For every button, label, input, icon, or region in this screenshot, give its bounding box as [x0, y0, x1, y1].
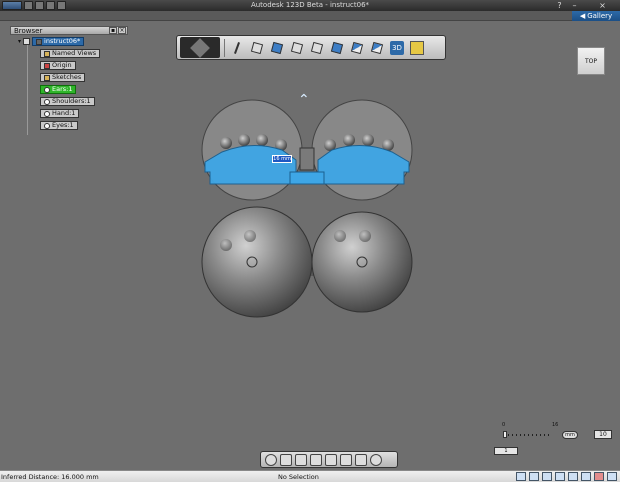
pan-icon[interactable] — [280, 453, 292, 466]
help-icon[interactable]: ? — [553, 0, 566, 11]
alert-icon[interactable] — [594, 472, 604, 481]
browser-close-button[interactable]: × — [118, 27, 126, 34]
tree-node-label: Sketches — [40, 73, 86, 82]
pattern-icon[interactable] — [349, 40, 365, 56]
snap-slider-track[interactable] — [504, 434, 552, 436]
display-icon[interactable] — [340, 453, 352, 466]
viewcube-face-label: TOP — [584, 57, 597, 65]
snap-icon[interactable] — [529, 472, 539, 481]
orbit-icon[interactable] — [265, 453, 277, 466]
surface-icon[interactable] — [329, 40, 345, 56]
status-icons — [516, 472, 617, 481]
fit-icon[interactable] — [310, 453, 322, 466]
gallery-tab[interactable]: ◀ Gallery — [572, 11, 620, 21]
folder-icon — [44, 74, 50, 81]
rotate-icon[interactable] — [309, 40, 325, 56]
pencil-icon[interactable] — [229, 40, 245, 56]
chevron-left-icon: ◀ — [579, 12, 586, 20]
snap-grid-control: 0 16 mm 10 1 — [494, 422, 614, 456]
material-icon[interactable] — [355, 453, 367, 466]
model-perspective-view — [201, 206, 413, 318]
browser-title: Browser — [14, 26, 43, 35]
viewcube[interactable]: TOP — [577, 47, 605, 75]
ribbon-strip — [0, 11, 620, 21]
tree-node-ears[interactable]: Ears:1 — [40, 85, 77, 94]
tree-node-label: Eyes:1 — [40, 121, 78, 130]
tree-node-named-views[interactable]: Named Views — [40, 49, 101, 58]
eye-icon[interactable] — [44, 110, 50, 117]
browser-panel: Browser ▪ × ▾ instruct06* Named Views Or… — [10, 26, 128, 135]
viewport-icon[interactable] — [568, 472, 578, 481]
measure-icon[interactable] — [370, 453, 382, 466]
ortho-icon[interactable] — [542, 472, 552, 481]
browser-dock-button[interactable]: ▪ — [109, 27, 117, 34]
close-button[interactable]: × — [596, 0, 609, 11]
tree-node-label: Named Views — [40, 49, 101, 58]
view-icon[interactable] — [325, 453, 337, 466]
navigation-toolbar — [260, 451, 398, 468]
snap-value-field[interactable]: 10 — [594, 430, 612, 439]
tree-node-eyes[interactable]: Eyes:1 — [40, 121, 78, 130]
dimension-label[interactable]: 16 mm — [272, 155, 292, 163]
tree-node-root[interactable]: ▾ instruct06* — [18, 37, 85, 46]
zoom-icon[interactable] — [295, 453, 307, 466]
construct-icon[interactable] — [369, 40, 385, 56]
browser-header: Browser ▪ × — [10, 26, 128, 35]
grid-value-field[interactable]: 1 — [494, 447, 518, 455]
tree-connector — [27, 40, 28, 135]
app-logo-icon[interactable] — [180, 37, 220, 58]
tree-node-label: Origin — [40, 61, 76, 70]
folder-icon — [44, 50, 50, 57]
status-message: Inferred Distance: 16.000 mm — [1, 473, 99, 481]
star-icon[interactable] — [409, 40, 425, 56]
window-title: Autodesk 123D Beta - instruct06* — [250, 1, 370, 9]
main-toolbar: 3D — [176, 35, 446, 60]
move-icon[interactable] — [269, 40, 285, 56]
box-icon[interactable] — [249, 40, 265, 56]
tree-node-sketches[interactable]: Sketches — [40, 73, 86, 82]
status-bar: Inferred Distance: 16.000 mm No Selectio… — [0, 470, 620, 482]
settings-icon[interactable] — [581, 472, 591, 481]
model-section-view — [201, 99, 413, 201]
eye-icon[interactable] — [44, 122, 50, 129]
snap-slider-handle[interactable] — [503, 431, 507, 438]
tree-node-hand[interactable]: Hand:1 — [40, 109, 80, 118]
tree-node-shoulders[interactable]: Shoulders:1 — [40, 97, 95, 106]
origin-icon — [44, 62, 50, 69]
expand-icon[interactable]: ▾ — [18, 38, 21, 45]
grid-icon[interactable] — [516, 472, 526, 481]
manipulator-arrow-icon[interactable]: ⌃ — [298, 93, 310, 107]
tree-node-label: instruct06* — [32, 37, 85, 46]
snap-min-label: 0 — [502, 422, 506, 428]
3d-icon[interactable]: 3D — [389, 40, 405, 56]
eye-icon[interactable] — [44, 86, 50, 93]
toolbar-divider — [224, 38, 225, 57]
selection-status: No Selection — [278, 473, 319, 481]
transform-icon[interactable] — [289, 40, 305, 56]
minimize-button[interactable]: – — [568, 0, 581, 11]
snap-max-label: 16 — [552, 422, 559, 428]
visibility-checkbox[interactable] — [23, 38, 31, 45]
tree-node-origin[interactable]: Origin — [40, 61, 76, 70]
eye-icon[interactable] — [44, 98, 50, 105]
unit-toggle[interactable]: mm — [562, 431, 578, 439]
component-icon — [36, 38, 43, 45]
dropdown-icon[interactable] — [607, 472, 617, 481]
tree-node-label: Ears:1 — [40, 85, 77, 94]
title-bar: Autodesk 123D Beta - instruct06* ? – × — [0, 0, 620, 11]
tree-node-label: Hand:1 — [40, 109, 80, 118]
tree-node-label: Shoulders:1 — [40, 97, 95, 106]
gallery-label: Gallery — [587, 12, 613, 20]
layout-icon[interactable] — [555, 472, 565, 481]
